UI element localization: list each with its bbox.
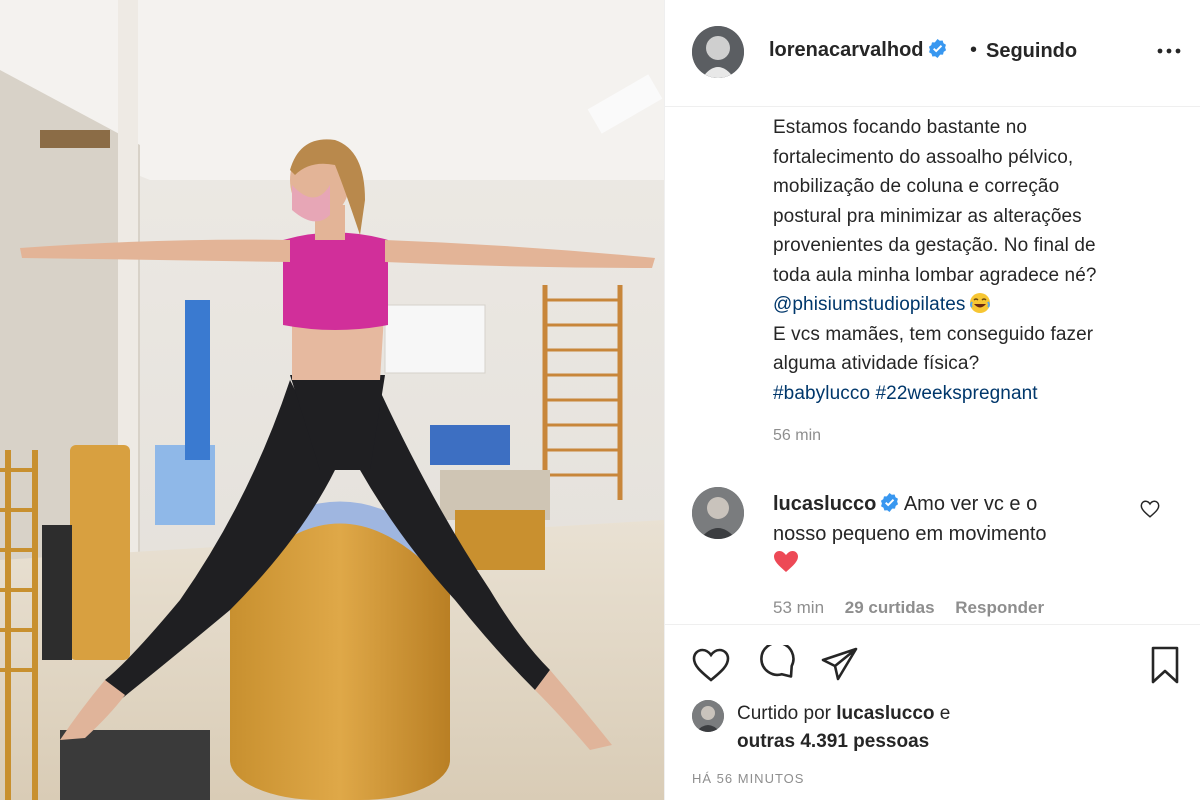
comment-body: lucaslucco Amo ver vc e o nosso pequeno … [773,489,1153,579]
verified-badge-icon [928,39,946,58]
caption-line: alguma atividade física? [773,353,980,374]
author-username-text[interactable]: lorenacarvalhod [769,39,924,61]
post-photo[interactable] [0,0,664,800]
caption-line: mobilização de coluna e correção [773,176,1060,197]
bookmark-icon[interactable] [1145,645,1185,685]
caption-line: E vcs mamães, tem conseguido fazer [773,323,1094,345]
post-actions-bar [665,624,1200,704]
more-options-icon[interactable] [1155,42,1183,60]
caption-hashtags-line: #babylucco #22weekspregnant [773,379,1183,409]
avatar-image [692,700,724,732]
post-side-panel: lorenacarvalhod • Seguindo Estamos focan… [664,0,1200,800]
share-icon[interactable] [820,645,860,685]
following-button[interactable]: Seguindo [986,40,1077,63]
liked-by-prefix: Curtido por [737,703,831,724]
comment-text: nosso pequeno em movimento [773,523,1047,545]
liked-by-conjunction: e [939,703,951,724]
caption-line: postural pra minimizar as alterações [773,205,1082,227]
caption-time[interactable]: 56 min [773,427,821,445]
comment-text: Amo ver vc e o [903,493,1038,515]
caption-line: provenientes da gestação. No final de [773,235,1096,256]
comment-time[interactable]: 53 min [773,598,824,617]
post-caption: Estamos focando bastante no fortalecimen… [773,113,1183,408]
header-separator: • [970,39,978,61]
author-avatar[interactable] [692,26,744,78]
author-username[interactable]: lorenacarvalhod [769,39,947,62]
mention-link[interactable]: @phisiumstudiopilates [773,294,965,315]
comment-emoji-line [773,549,1153,579]
likes-text: Curtido por lucaslucco e outras 4.391 pe… [737,700,950,756]
comment-icon[interactable] [757,641,797,685]
heart-icon[interactable] [691,645,731,685]
hashtag-link[interactable]: #22weekspregnant [876,383,1038,404]
post-timestamp[interactable]: HÁ 56 MINUTOS [692,771,804,786]
caption-line: Estamos focando bastante no [773,117,1028,138]
commenter-username[interactable]: lucaslucco [773,493,876,515]
liker-avatar[interactable] [692,700,724,732]
post-header: lorenacarvalhod • Seguindo [665,0,1200,107]
commenter-avatar[interactable] [692,487,744,539]
comment-like-heart-icon[interactable] [1139,498,1161,520]
comment-meta: 53 min 29 curtidas Responder [773,598,1060,618]
avatar-image [692,487,744,539]
reply-button[interactable]: Responder [955,598,1044,617]
caption-line: fortalecimento do assoalho pélvico, [773,146,1074,168]
comment-likes-count[interactable]: 29 curtidas [845,598,935,617]
caption-line: toda aula minha lombar agradece né? [773,264,1097,286]
laughing-crying-emoji [970,293,991,313]
comment-first-line: lucaslucco Amo ver vc e o [773,489,1153,519]
red-heart-emoji [774,551,798,572]
avatar-image [692,26,744,78]
pilates-photo-illustration [0,0,664,800]
verified-badge-icon [881,493,899,512]
caption-mention-line: @phisiumstudiopilates [773,290,1183,320]
hashtag-link[interactable]: #babylucco [773,383,870,404]
liked-by-others[interactable]: outras 4.391 pessoas [737,731,929,752]
liked-by-user[interactable]: lucaslucco [836,703,934,724]
